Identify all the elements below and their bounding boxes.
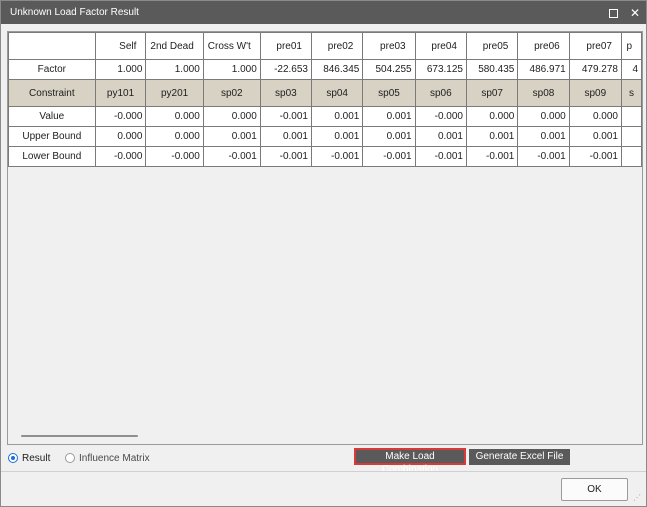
table-cell[interactable] — [620, 126, 642, 147]
table-cell[interactable]: 504.255 — [362, 59, 416, 80]
table-cell[interactable]: 0.001 — [465, 126, 519, 147]
table-cell[interactable]: py101 — [94, 79, 147, 107]
table-cell[interactable]: 0.001 — [517, 126, 570, 147]
table-cell[interactable]: -0.001 — [259, 106, 312, 127]
column-header[interactable]: pre02 — [310, 32, 364, 60]
table-cell[interactable]: -0.000 — [94, 106, 147, 127]
column-header[interactable]: pre04 — [414, 32, 467, 60]
row-header[interactable]: Lower Bound — [8, 146, 96, 167]
table-cell[interactable]: 0.001 — [202, 126, 261, 147]
result-radio-label: Result — [22, 452, 51, 464]
column-header[interactable]: pre06 — [517, 32, 570, 60]
table-cell[interactable]: -0.000 — [94, 146, 147, 167]
table-cell[interactable]: s — [620, 79, 642, 107]
title-bar[interactable]: Unknown Load Factor Result ✕ — [1, 1, 646, 24]
table-cell[interactable]: sp07 — [465, 79, 519, 107]
table-cell[interactable]: -0.000 — [145, 146, 204, 167]
generate-excel-file-button[interactable]: Generate Excel File — [469, 449, 570, 465]
influence-matrix-radio-label: Influence Matrix — [79, 452, 150, 464]
table-cell[interactable]: 0.001 — [310, 126, 364, 147]
table-cell[interactable]: 486.971 — [517, 59, 570, 80]
table-cell[interactable]: 846.345 — [310, 59, 364, 80]
influence-matrix-option[interactable]: Influence Matrix — [65, 451, 150, 465]
table-cell[interactable]: -0.001 — [259, 146, 312, 167]
table-cell[interactable]: 580.435 — [465, 59, 519, 80]
column-header[interactable]: pre05 — [465, 32, 519, 60]
table-cell[interactable]: 1.000 — [94, 59, 147, 80]
table-cell[interactable]: -0.001 — [568, 146, 622, 167]
table-cell[interactable]: 1.000 — [202, 59, 261, 80]
window-title: Unknown Load Factor Result — [10, 7, 139, 18]
row-header[interactable]: Value — [8, 106, 96, 127]
table-cell[interactable]: 0.001 — [362, 126, 416, 147]
ok-button[interactable]: OK — [561, 478, 628, 501]
table-cell[interactable]: -0.001 — [362, 146, 416, 167]
table-cell[interactable]: 0.000 — [517, 106, 570, 127]
table-cell[interactable]: -0.001 — [202, 146, 261, 167]
table-row: Lower Bound -0.000 -0.000 -0.001 -0.001 -0.00… — [8, 146, 642, 167]
row-header[interactable]: Upper Bound — [8, 126, 96, 147]
table-cell[interactable]: sp05 — [362, 79, 416, 107]
table-cell[interactable]: 0.000 — [94, 126, 147, 147]
column-header[interactable]: pre03 — [362, 32, 416, 60]
table-cell[interactable]: 0.000 — [202, 106, 261, 127]
table-cell[interactable]: 0.001 — [310, 106, 364, 127]
influence-matrix-radio[interactable] — [65, 453, 75, 463]
column-header[interactable]: Self — [94, 32, 147, 60]
table-cell[interactable]: 0.000 — [145, 106, 204, 127]
table-cell[interactable]: sp06 — [414, 79, 467, 107]
table-row: Upper Bound 0.000 0.000 0.001 0.001 0.001 0.00… — [8, 126, 642, 147]
footer-divider — [1, 471, 646, 472]
table-cell[interactable] — [620, 146, 642, 167]
table-cell[interactable]: py201 — [145, 79, 204, 107]
table-cell[interactable]: 4 — [620, 59, 642, 80]
table-cell[interactable]: 0.001 — [568, 126, 622, 147]
table-cell[interactable]: -0.001 — [465, 146, 519, 167]
dialog-window: Unknown Load Factor Result ✕ Self 2nd Dea… — [0, 0, 647, 507]
table-cell[interactable]: 479.278 — [568, 59, 622, 80]
resize-grip-icon[interactable]: ⋰ — [633, 494, 641, 502]
table-cell[interactable]: 0.001 — [362, 106, 416, 127]
table-cell[interactable]: -0.001 — [310, 146, 364, 167]
column-header[interactable]: p — [620, 32, 642, 60]
table-cell[interactable]: 0.000 — [465, 106, 519, 127]
table-cell[interactable]: 1.000 — [145, 59, 204, 80]
table-cell[interactable]: 673.125 — [414, 59, 467, 80]
table-cell[interactable]: -0.001 — [414, 146, 467, 167]
table-cell[interactable]: sp02 — [202, 79, 261, 107]
corner-cell — [8, 32, 96, 60]
table-cell[interactable]: sp03 — [259, 79, 312, 107]
table-cell[interactable]: -22.653 — [259, 59, 312, 80]
table-cell[interactable]: 0.001 — [414, 126, 467, 147]
table-row: Constraint py101 py201 sp02 sp03 sp04 sp05 sp06… — [8, 79, 642, 107]
table-cell[interactable]: -0.001 — [517, 146, 570, 167]
table-cell[interactable]: 0.000 — [145, 126, 204, 147]
close-icon[interactable]: ✕ — [627, 5, 643, 21]
make-load-combination-button[interactable]: Make Load Combination — [354, 448, 466, 475]
table-row: Value -0.000 0.000 0.000 -0.001 0.001 0.001 -0.… — [8, 106, 642, 127]
column-header[interactable]: pre01 — [259, 32, 312, 60]
row-header[interactable]: Factor — [8, 59, 96, 80]
table-cell[interactable]: sp08 — [517, 79, 570, 107]
result-table: Self 2nd Dead Cross W't pre01 pre02 pre03 pre0… — [8, 32, 642, 167]
table-cell[interactable]: sp04 — [310, 79, 364, 107]
horizontal-scrollbar[interactable] — [21, 435, 138, 437]
column-header[interactable]: pre07 — [568, 32, 622, 60]
maximize-icon[interactable] — [605, 5, 621, 21]
table-cell[interactable]: 0.000 — [568, 106, 622, 127]
result-grid[interactable]: Self 2nd Dead Cross W't pre01 pre02 pre03 pre0… — [7, 31, 643, 445]
table-cell[interactable]: 0.001 — [259, 126, 312, 147]
table-cell[interactable]: sp09 — [568, 79, 622, 107]
row-header[interactable]: Constraint — [8, 79, 96, 107]
result-option[interactable]: Result — [8, 451, 50, 465]
table-row: Factor 1.000 1.000 1.000 -22.653 846.345 504.2… — [8, 59, 642, 80]
column-header[interactable]: Cross W't — [202, 32, 261, 60]
column-header[interactable]: 2nd Dead — [145, 32, 204, 60]
header-row: Self 2nd Dead Cross W't pre01 pre02 pre03 pre0… — [8, 32, 642, 60]
table-cell[interactable] — [620, 106, 642, 127]
table-cell[interactable]: -0.000 — [414, 106, 467, 127]
result-radio[interactable] — [8, 453, 18, 463]
